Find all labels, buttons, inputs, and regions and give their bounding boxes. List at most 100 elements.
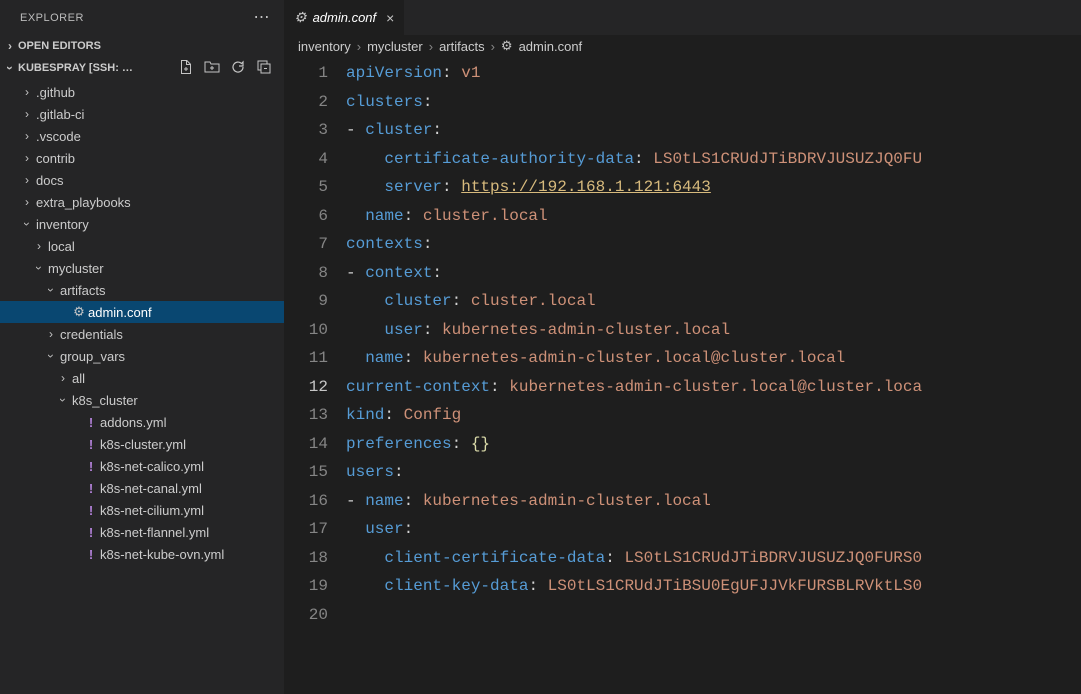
folder-item[interactable]: ›.vscode [0, 125, 284, 147]
chevron-right-icon: › [20, 173, 34, 187]
tree-item-label: k8s-net-cilium.yml [100, 503, 204, 518]
chevron-down-icon: › [3, 61, 17, 75]
new-folder-icon[interactable] [204, 59, 220, 77]
chevron-right-icon: › [20, 151, 34, 165]
tree-item-label: admin.conf [88, 305, 152, 320]
tree-item-label: k8s-cluster.yml [100, 437, 186, 452]
folder-item[interactable]: ›credentials [0, 323, 284, 345]
file-item[interactable]: !k8s-net-calico.yml [0, 455, 284, 477]
explorer-sidebar: EXPLORER ⋯ › OPEN EDITORS › KUBESPRAY [S… [0, 0, 284, 694]
tree-item-label: mycluster [48, 261, 104, 276]
tree-item-label: k8s_cluster [72, 393, 138, 408]
gear-icon: ⚙ [294, 9, 307, 26]
folder-item[interactable]: ›mycluster [0, 257, 284, 279]
chevron-right-icon: › [20, 195, 34, 209]
file-item[interactable]: !k8s-net-flannel.yml [0, 521, 284, 543]
tree-item-label: extra_playbooks [36, 195, 131, 210]
yaml-file-icon: ! [82, 437, 100, 452]
file-item[interactable]: !k8s-net-cilium.yml [0, 499, 284, 521]
code-area[interactable]: 1234567891011121314151617181920 apiVersi… [284, 57, 1081, 694]
open-editors-label: OPEN EDITORS [18, 40, 101, 52]
chevron-down-icon: › [20, 217, 34, 231]
new-file-icon[interactable] [178, 59, 194, 77]
tree-item-label: addons.yml [100, 415, 166, 430]
tree-item-label: group_vars [60, 349, 125, 364]
breadcrumb-item[interactable]: admin.conf [519, 39, 583, 54]
file-item[interactable]: ⚙admin.conf [0, 301, 284, 323]
workspace-label: KUBESPRAY [SSH: … [18, 62, 133, 74]
chevron-down-icon: › [44, 283, 58, 297]
file-item[interactable]: !k8s-net-canal.yml [0, 477, 284, 499]
yaml-file-icon: ! [82, 503, 100, 518]
breadcrumb-item[interactable]: artifacts [439, 39, 485, 54]
explorer-more-icon[interactable]: ⋯ [248, 8, 277, 28]
breadcrumbs[interactable]: inventory › mycluster › artifacts › ⚙ admin.con… [284, 35, 1081, 57]
file-item[interactable]: !k8s-net-kube-ovn.yml [0, 543, 284, 565]
tree-item-label: docs [36, 173, 63, 188]
editor-pane: ⚙ admin.conf × inventory › mycluster › artif… [284, 0, 1081, 694]
chevron-right-icon: › [429, 39, 433, 54]
chevron-down-icon: › [56, 393, 70, 407]
folder-item[interactable]: ›docs [0, 169, 284, 191]
folder-item[interactable]: ›inventory [0, 213, 284, 235]
close-icon[interactable]: × [386, 10, 394, 26]
breadcrumb-item[interactable]: mycluster [367, 39, 423, 54]
chevron-right-icon: › [20, 129, 34, 143]
tree-item-label: k8s-net-calico.yml [100, 459, 204, 474]
tab-admin-conf[interactable]: ⚙ admin.conf × [284, 0, 405, 35]
editor-tabs: ⚙ admin.conf × [284, 0, 1081, 35]
folder-item[interactable]: ›extra_playbooks [0, 191, 284, 213]
tab-label: admin.conf [313, 10, 377, 25]
file-item[interactable]: !addons.yml [0, 411, 284, 433]
tree-item-label: credentials [60, 327, 123, 342]
tree-item-label: k8s-net-canal.yml [100, 481, 202, 496]
tree-item-label: k8s-net-flannel.yml [100, 525, 209, 540]
folder-item[interactable]: ›artifacts [0, 279, 284, 301]
yaml-file-icon: ! [82, 415, 100, 430]
gear-icon: ⚙ [501, 38, 513, 54]
chevron-right-icon: › [357, 39, 361, 54]
folder-item[interactable]: ›local [0, 235, 284, 257]
explorer-title: EXPLORER [20, 12, 84, 24]
yaml-file-icon: ! [82, 525, 100, 540]
folder-item[interactable]: ›group_vars [0, 345, 284, 367]
refresh-icon[interactable] [230, 59, 246, 77]
chevron-right-icon: › [20, 107, 34, 121]
folder-item[interactable]: ›all [0, 367, 284, 389]
tree-item-label: all [72, 371, 85, 386]
tree-item-label: inventory [36, 217, 89, 232]
collapse-all-icon[interactable] [256, 59, 272, 77]
yaml-file-icon: ! [82, 481, 100, 496]
breadcrumb-item[interactable]: inventory [298, 39, 351, 54]
workspace-actions [178, 59, 276, 77]
explorer-header: EXPLORER ⋯ [0, 0, 284, 35]
file-item[interactable]: !k8s-cluster.yml [0, 433, 284, 455]
tree-item-label: contrib [36, 151, 75, 166]
tree-item-label: artifacts [60, 283, 106, 298]
chevron-right-icon: › [56, 371, 70, 385]
yaml-file-icon: ! [82, 459, 100, 474]
folder-item[interactable]: ›contrib [0, 147, 284, 169]
yaml-file-icon: ! [82, 547, 100, 562]
gear-icon: ⚙ [70, 304, 88, 320]
tree-item-label: .vscode [36, 129, 81, 144]
chevron-down-icon: › [44, 349, 58, 363]
folder-item[interactable]: ›.github [0, 81, 284, 103]
chevron-right-icon: › [491, 39, 495, 54]
tree-item-label: k8s-net-kube-ovn.yml [100, 547, 224, 562]
chevron-right-icon: › [2, 39, 18, 53]
folder-item[interactable]: ›k8s_cluster [0, 389, 284, 411]
workspace-section[interactable]: › KUBESPRAY [SSH: … [0, 57, 284, 79]
file-tree[interactable]: ›.github›.gitlab-ci›.vscode›contrib›docs… [0, 79, 284, 694]
chevron-right-icon: › [20, 85, 34, 99]
chevron-right-icon: › [32, 239, 46, 253]
tree-item-label: .github [36, 85, 75, 100]
tree-item-label: .gitlab-ci [36, 107, 84, 122]
folder-item[interactable]: ›.gitlab-ci [0, 103, 284, 125]
chevron-right-icon: › [44, 327, 58, 341]
line-gutter: 1234567891011121314151617181920 [284, 57, 346, 694]
code-content[interactable]: apiVersion: v1clusters:- cluster: certif… [346, 57, 1081, 694]
open-editors-section[interactable]: › OPEN EDITORS [0, 35, 284, 57]
chevron-down-icon: › [32, 261, 46, 275]
tree-item-label: local [48, 239, 75, 254]
